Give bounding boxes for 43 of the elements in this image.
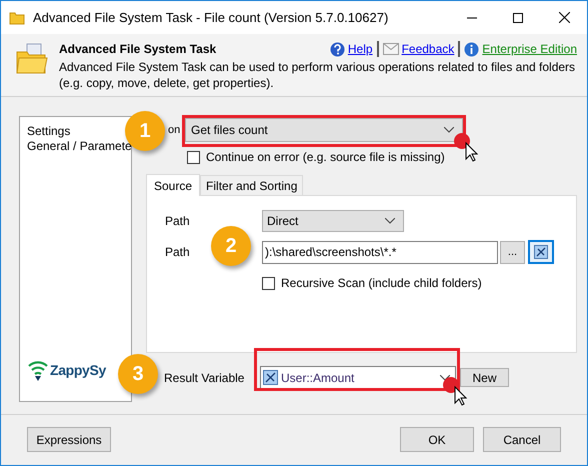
checkbox[interactable] <box>187 150 200 164</box>
feedback-link[interactable]: Feedback <box>402 40 454 58</box>
action-dropdown[interactable]: Get files count <box>185 118 463 142</box>
variable-icon <box>263 370 278 385</box>
logo-text: ZappySy <box>50 361 106 380</box>
checkbox[interactable] <box>262 276 275 290</box>
ok-button[interactable]: OK <box>400 427 474 452</box>
path-type-dropdown[interactable]: Direct <box>262 210 404 232</box>
wifi-logo-icon <box>27 360 49 380</box>
field-label: Path <box>165 245 190 259</box>
help-icon <box>330 42 345 56</box>
expressions-button[interactable]: Expressions <box>27 427 111 452</box>
cursor-icon <box>454 133 478 163</box>
folder-icon <box>15 42 49 76</box>
field-label: on <box>168 122 180 138</box>
variable-button[interactable] <box>528 240 554 264</box>
field-label: Path <box>165 213 191 230</box>
info-icon <box>464 42 480 56</box>
field-label: Result Variable <box>164 370 246 386</box>
help-link[interactable]: Help <box>348 40 373 58</box>
new-button[interactable]: New <box>460 368 509 387</box>
folder-icon <box>9 10 25 24</box>
checkbox-label: Recursive Scan (include child folders) <box>281 275 482 292</box>
sidebar-item[interactable]: Settings <box>27 124 70 139</box>
chevron-icon <box>385 218 395 224</box>
window-title: Advanced File System Task - File count (Version 5.7.0.10627) <box>33 8 388 27</box>
edition-link[interactable]: Enterprise Edition <box>482 40 577 58</box>
header-title: Advanced File System Task <box>59 41 216 58</box>
cancel-button[interactable]: Cancel <box>483 427 561 452</box>
tab[interactable]: Source <box>146 174 200 196</box>
envelope-icon <box>382 43 399 55</box>
browse-button[interactable]: ... <box>500 240 525 264</box>
variable-icon <box>534 245 548 259</box>
tab[interactable]: Filter and Sorting <box>200 175 304 195</box>
path-input[interactable]: ):\shared\screenshots\*.* <box>262 240 498 264</box>
cursor-icon <box>443 377 467 407</box>
chevron-icon <box>440 374 450 380</box>
callout-badge: 3 <box>118 354 158 394</box>
sidebar-item[interactable]: General / Paramete <box>27 139 132 154</box>
chevron-icon <box>444 127 454 133</box>
checkbox-label: Continue on error (e.g. source file is missing) <box>206 149 445 166</box>
result-variable-dropdown[interactable]: User::Amount <box>260 366 456 389</box>
description-text: Advanced File System Task can be used to perform various operations related to files and folders (e.g. copy, move, delete, get properties). <box>59 59 576 91</box>
